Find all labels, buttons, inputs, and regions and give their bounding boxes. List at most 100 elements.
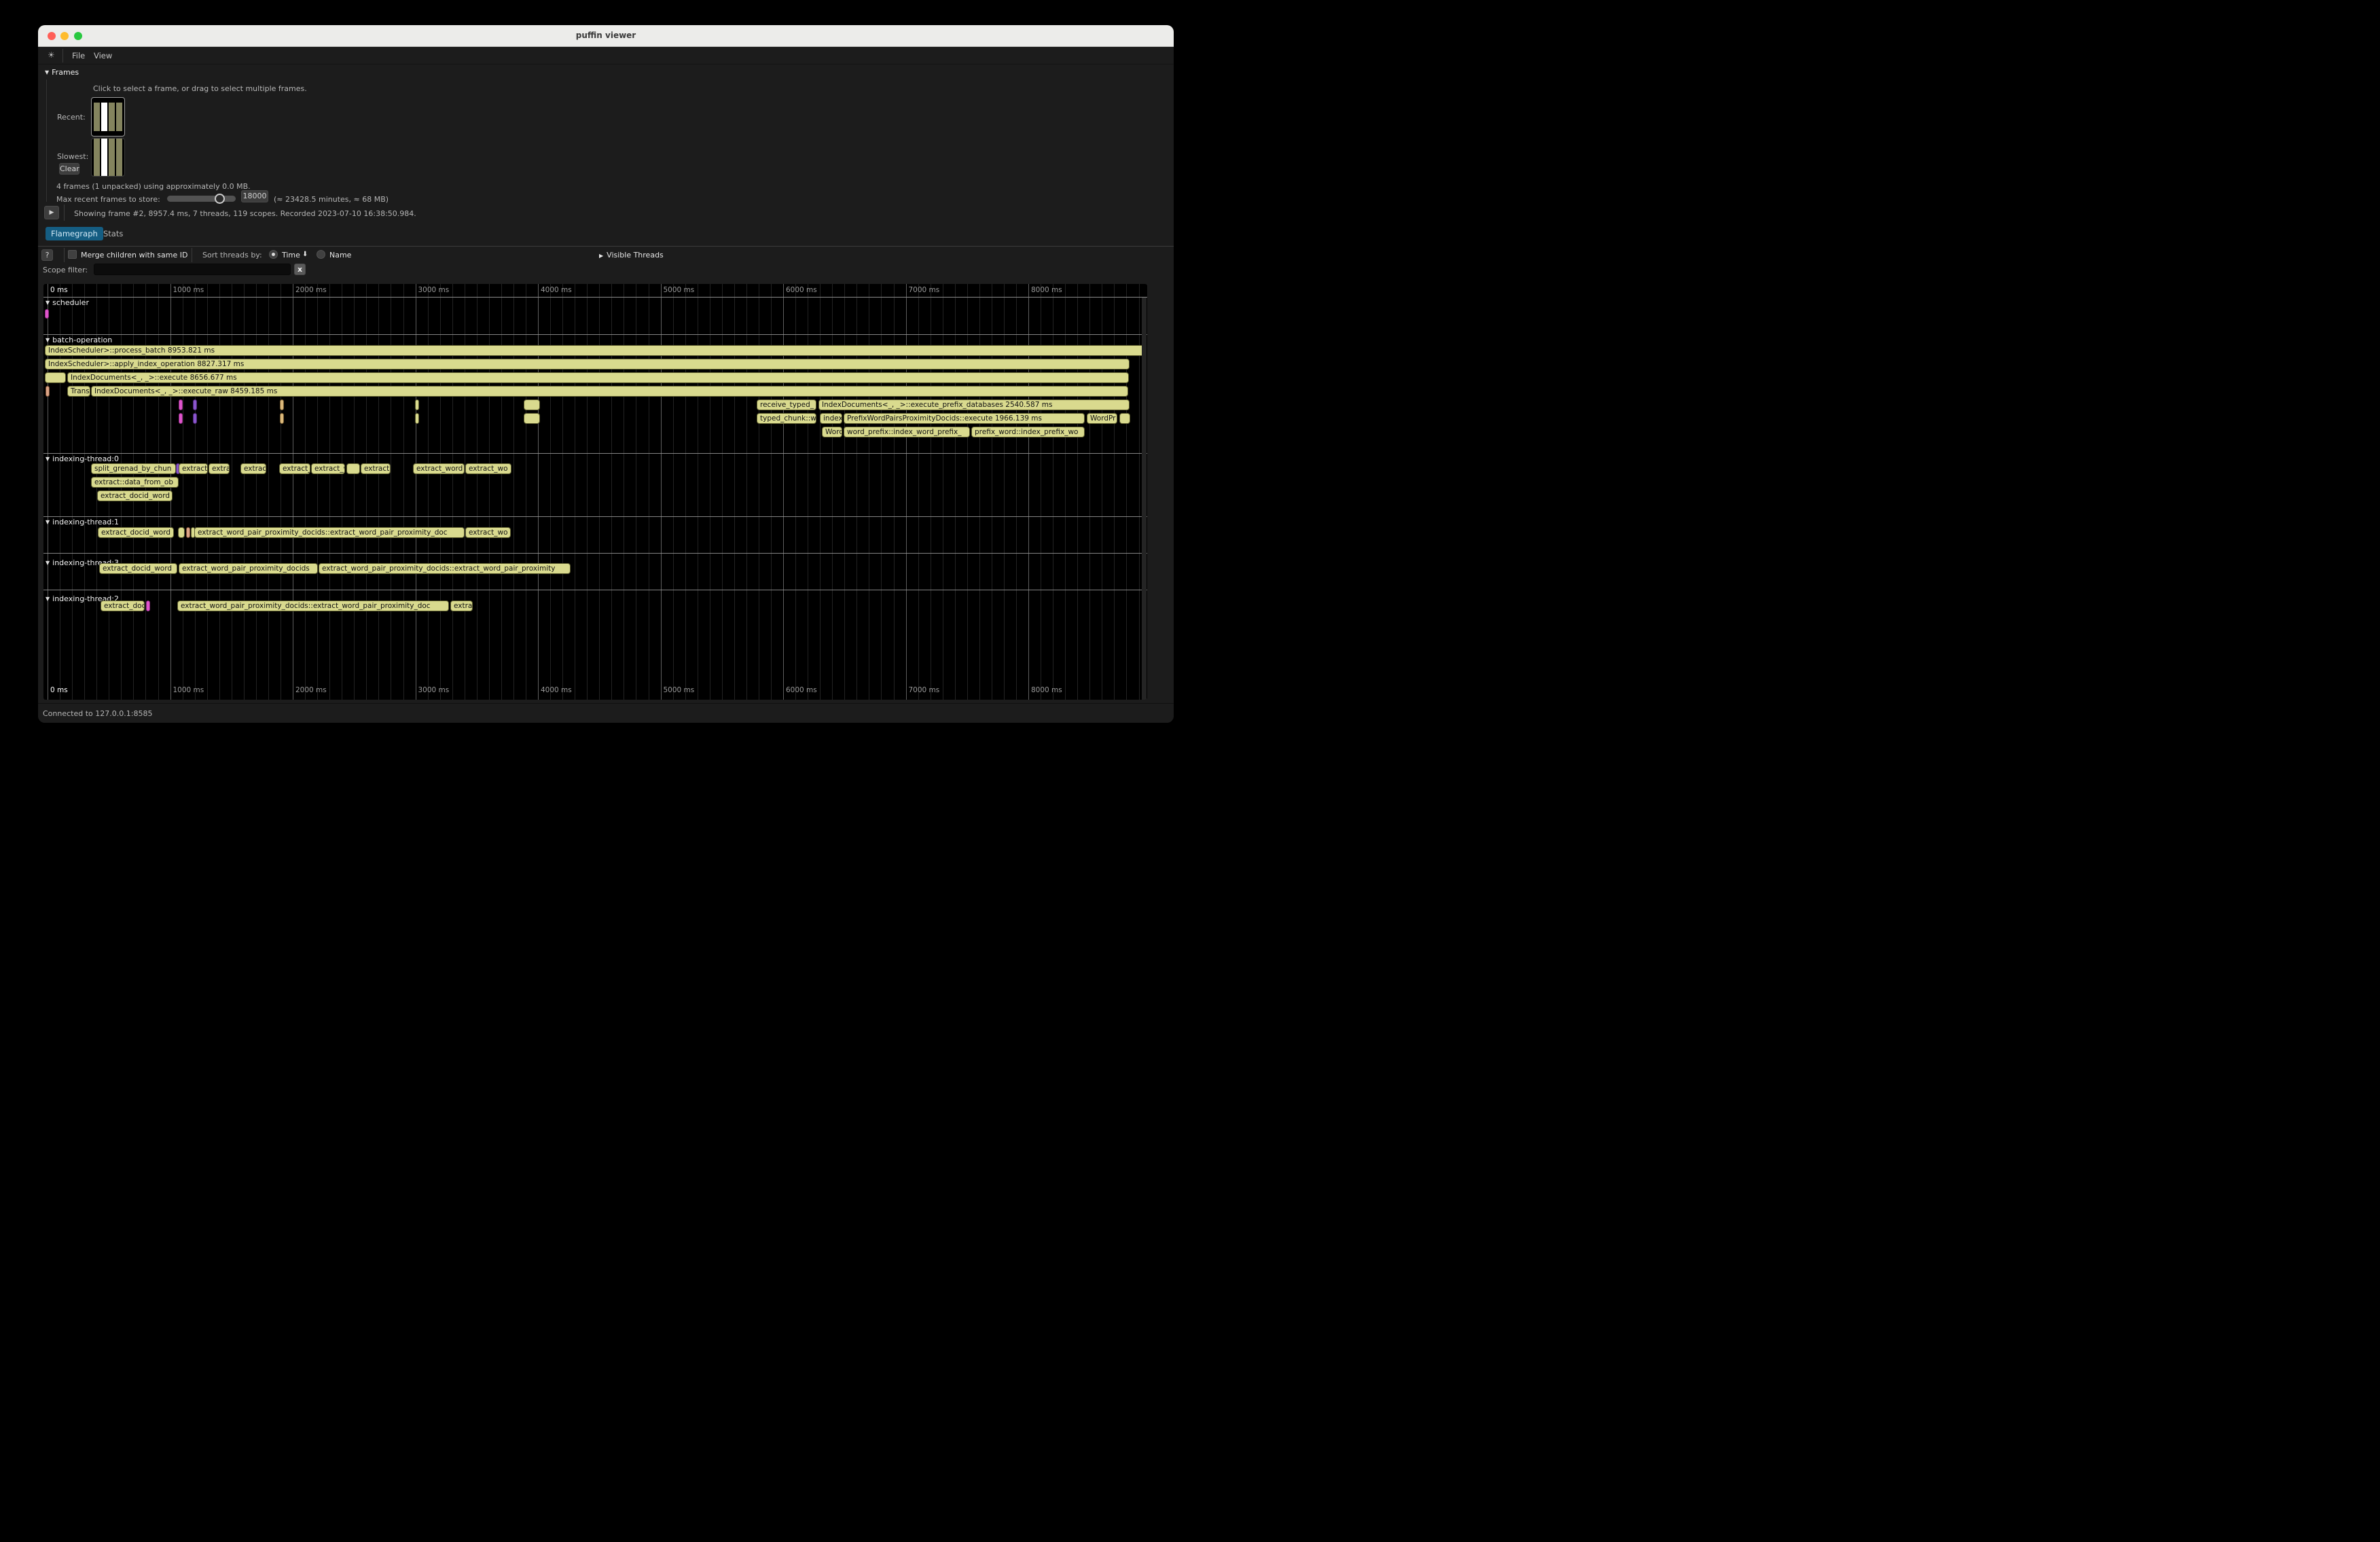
scope-bar[interactable] [524,399,540,410]
frame-bar [116,103,122,131]
scope-bar[interactable] [415,399,419,410]
collapse-triangle-icon: ▼ [46,519,50,525]
scope-bar[interactable]: Trans [67,386,90,397]
scope-bar[interactable] [346,463,360,474]
ruler-separator [43,297,1147,298]
scope-bar[interactable]: extract_docid_word [98,527,174,538]
sort-threads-label: Sort threads by: [202,251,262,259]
scope-bar[interactable] [280,413,284,424]
section-separator [43,516,1147,517]
frames-section-header[interactable]: ▼Frames [45,68,79,77]
scope-bar[interactable]: split_grenad_by_chun [91,463,176,474]
scope-bar[interactable]: extract_docid_word [99,563,177,574]
scope-bar[interactable]: extrac [450,600,473,611]
scope-bar[interactable]: extract_word [413,463,465,474]
menu-file[interactable]: File [72,51,85,60]
slowest-frames-thumbnail[interactable] [91,138,125,177]
scope-bar[interactable]: IndexDocuments<_, _>::execute_prefix_dat… [818,399,1130,410]
sort-name-label: Name [329,251,351,259]
scope-bar[interactable]: WordPr [1087,413,1117,424]
menu-view[interactable]: View [94,51,112,60]
scope-bar[interactable] [46,386,50,397]
merge-children-checkbox[interactable] [68,250,77,259]
scope-bar[interactable]: index [820,413,842,424]
section-separator [43,553,1147,554]
scope-bar[interactable] [45,309,49,319]
time-tick-label: 2000 ms [295,286,327,294]
scope-bar[interactable] [524,413,540,424]
scope-bar[interactable]: extrac [240,463,266,474]
frame-bar [116,139,122,176]
sort-time-radio[interactable] [269,250,278,259]
scope-bar[interactable]: extra [209,463,230,474]
max-frames-value[interactable]: 18000 [241,190,268,202]
frame-bar [109,103,115,131]
sort-name-radio[interactable] [317,250,325,259]
scope-bar[interactable] [280,399,284,410]
scope-bar[interactable]: extract_wo [465,527,511,538]
max-frames-slider[interactable] [167,196,236,202]
scope-bar[interactable] [179,413,183,424]
scope-bar[interactable]: extract_word_pair_proximity_docids::extr… [319,563,571,574]
scope-bar[interactable]: word_prefix::index_word_prefix_ [844,427,970,437]
scope-bar[interactable] [178,527,185,538]
time-tick-label: 1000 ms [173,686,204,694]
scope-bar[interactable]: IndexDocuments<_, _>::execute 8656.677 m… [67,372,1129,383]
scope-bar[interactable]: extract_word_pair_proximity_docids [179,563,318,574]
max-frames-estimate: (≈ 23428.5 minutes, ≈ 68 MB) [274,195,389,204]
window-title: puffin viewer [38,31,1174,40]
play-button[interactable]: ▶ [44,206,59,219]
scope-bar[interactable]: extract_ [279,463,310,474]
scope-bar[interactable]: extract [179,463,208,474]
scope-bar[interactable] [193,399,197,410]
scope-bar[interactable]: extract_word_pair_proximity_docids::extr… [194,527,465,538]
scope-bar[interactable]: IndexScheduler>::apply_index_operation 8… [45,359,1130,370]
scope-bar[interactable]: IndexDocuments<_, _>::execute_raw 8459.1… [91,386,1128,397]
time-tick-label: 0 ms [50,286,68,294]
scope-bar[interactable] [186,527,190,538]
scope-bar[interactable] [193,413,197,424]
scope-bar[interactable]: PrefixWordPairsProximityDocids::execute … [844,413,1085,424]
scope-bar[interactable]: receive_typed_ [757,399,816,410]
slider-knob[interactable] [215,194,225,204]
scope-bar[interactable]: extract_wo [465,463,511,474]
clear-filter-button[interactable]: x [294,264,306,275]
menubar: ☀ File View [38,47,1174,65]
flamegraph-canvas[interactable]: 0 ms0 ms1000 ms1000 ms2000 ms2000 ms3000… [43,284,1147,700]
collapse-triangle-icon: ▼ [46,300,50,306]
slowest-label: Slowest: [57,152,88,161]
scope-bar[interactable]: extract_docid_word [97,490,173,501]
scope-bar[interactable] [146,600,150,611]
showing-frame-status: Showing frame #2, 8957.4 ms, 7 threads, … [74,209,416,218]
scope-bar[interactable]: extract_doc [101,600,145,611]
scope-filter-input[interactable] [94,264,291,275]
thread-section-header[interactable]: ▼batch-operation [46,336,112,344]
clear-button[interactable]: Clear [59,163,79,175]
scope-bar[interactable]: extract_word_pair_proximity_docids::extr… [177,600,449,611]
scope-bar[interactable] [415,413,419,424]
thread-section-header[interactable]: ▼indexing-thread:0 [46,454,119,463]
scope-bar[interactable] [45,372,66,383]
scope-bar[interactable]: extract::data_from_ob [91,477,179,488]
thread-section-header[interactable]: ▼scheduler [46,298,89,307]
max-frames-label: Max recent frames to store: [56,195,160,204]
scroll-edge [1142,298,1147,700]
theme-toggle-icon[interactable]: ☀ [48,50,55,60]
scope-bar[interactable]: prefix_word::index_prefix_wo [971,427,1085,437]
recent-frames-thumbnail[interactable] [91,97,125,137]
visible-threads-header[interactable]: ▶Visible Threads [599,251,664,259]
scope-bar[interactable] [1119,413,1130,424]
scope-bar[interactable]: extract [361,463,391,474]
scope-bar[interactable]: IndexScheduler>::process_batch 8953.821 … [45,345,1145,356]
scope-bar[interactable] [179,399,183,410]
collapse-triangle-icon: ▼ [46,337,50,343]
scope-bar[interactable]: typed_chunk::w [757,413,816,424]
scope-bar[interactable]: Word [822,427,842,437]
help-button[interactable]: ? [41,249,53,261]
tab-flamegraph[interactable]: Flamegraph [46,227,103,240]
thread-section-header[interactable]: ▼indexing-thread:1 [46,518,119,526]
scope-bar[interactable]: extract_w [311,463,345,474]
tab-stats[interactable]: Stats [101,227,126,240]
frames-hint: Click to select a frame, or drag to sele… [93,84,307,93]
sort-direction-arrow-icon[interactable]: ⬇ [302,251,308,258]
